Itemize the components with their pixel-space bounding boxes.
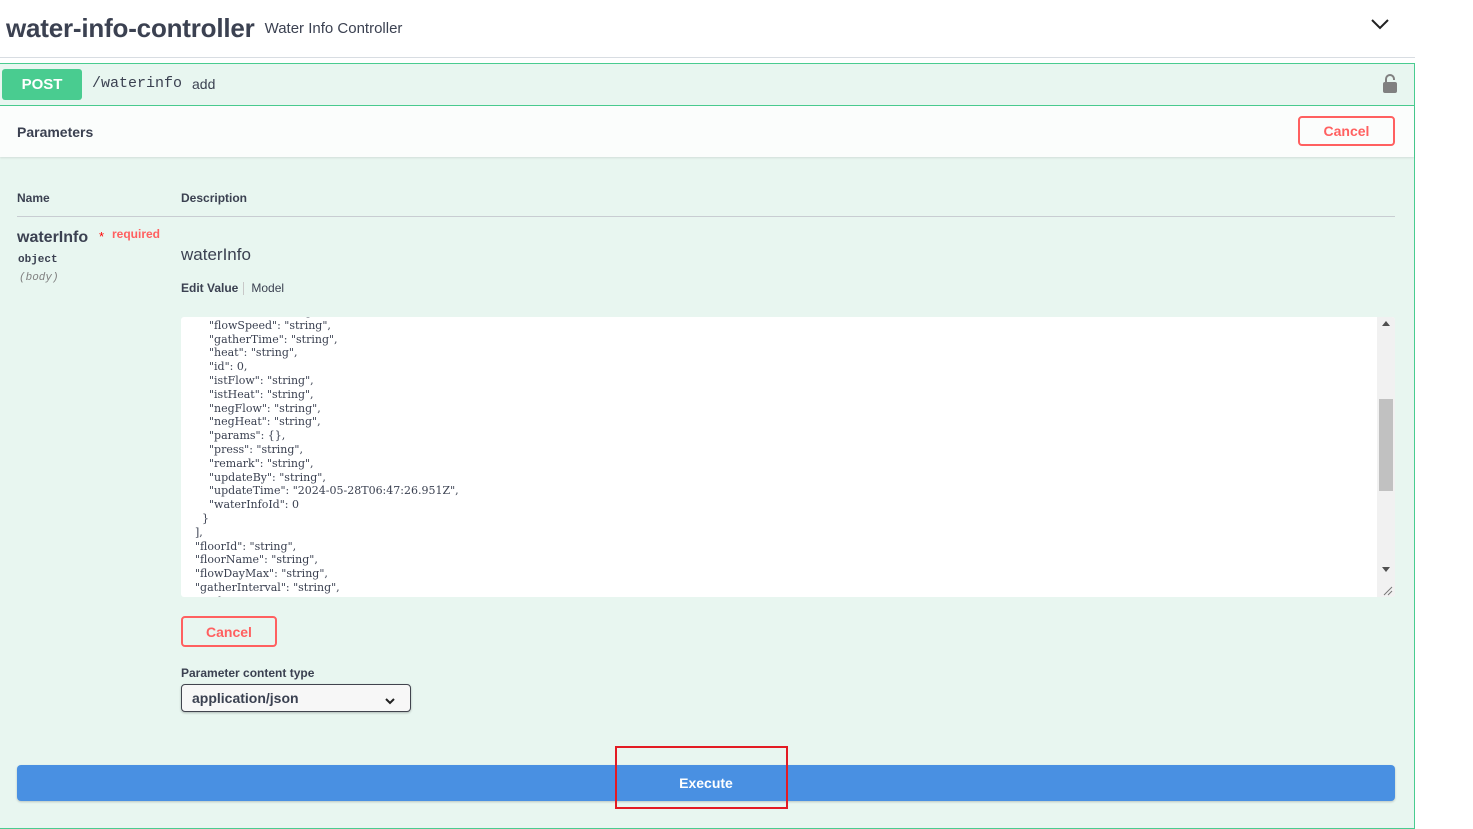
parameter-description: waterInfo (181, 245, 251, 264)
scroll-up-arrow-icon[interactable] (1382, 321, 1390, 326)
parameters-title: Parameters (17, 124, 94, 140)
cancel-button[interactable]: Cancel (181, 616, 277, 647)
required-star: * (99, 229, 105, 244)
method-badge: POST (2, 69, 82, 100)
tag-header[interactable]: water-info-controller Water Info Control… (0, 0, 1415, 58)
request-body-textarea[interactable]: "endFlow": "string", "flowSpeed": "strin… (181, 317, 1395, 597)
chevron-down-icon (384, 693, 396, 705)
required-label: required (112, 227, 161, 241)
cancel-try-out-button[interactable]: Cancel (1298, 116, 1395, 146)
operation-block: POST /waterinfo add Parameters Cancel Na… (0, 63, 1415, 829)
parameter-name: waterInfo (17, 229, 89, 246)
content-type-select[interactable]: application/json (181, 684, 411, 712)
tab-separator (243, 281, 245, 295)
tab-edit-value[interactable]: Edit Value (181, 281, 238, 295)
operation-summary[interactable]: POST /waterinfo add (0, 64, 1414, 106)
table-divider (17, 216, 1395, 217)
parameters-header: Parameters Cancel (0, 106, 1414, 157)
resize-handle-icon[interactable] (1381, 583, 1393, 596)
scroll-thumb[interactable] (1379, 399, 1393, 491)
scroll-down-arrow-icon[interactable] (1382, 567, 1390, 572)
tag-name: water-info-controller (6, 13, 255, 43)
request-body-code: "endFlow": "string", "flowSpeed": "strin… (194, 317, 459, 597)
content-type-label: Parameter content type (181, 666, 315, 680)
operation-path: /waterinfo (92, 75, 183, 92)
chevron-down-icon[interactable] (1367, 12, 1393, 36)
column-header-description: Description (181, 191, 248, 205)
body-tabs: Edit Value Model (181, 281, 284, 295)
parameter-type: object (18, 254, 58, 266)
editor-scrollbar[interactable] (1377, 317, 1395, 597)
column-header-name: Name (17, 191, 50, 205)
operation-summary-text: add (192, 76, 216, 92)
tag-description: Water Info Controller (264, 20, 403, 37)
lock-icon[interactable] (1382, 74, 1398, 94)
tab-model[interactable]: Model (251, 281, 284, 295)
parameter-location: (body) (19, 272, 59, 284)
highlight-annotation-box (615, 746, 788, 809)
swagger-page: water-info-controller Water Info Control… (0, 0, 1473, 829)
content-type-value: application/json (192, 690, 299, 706)
